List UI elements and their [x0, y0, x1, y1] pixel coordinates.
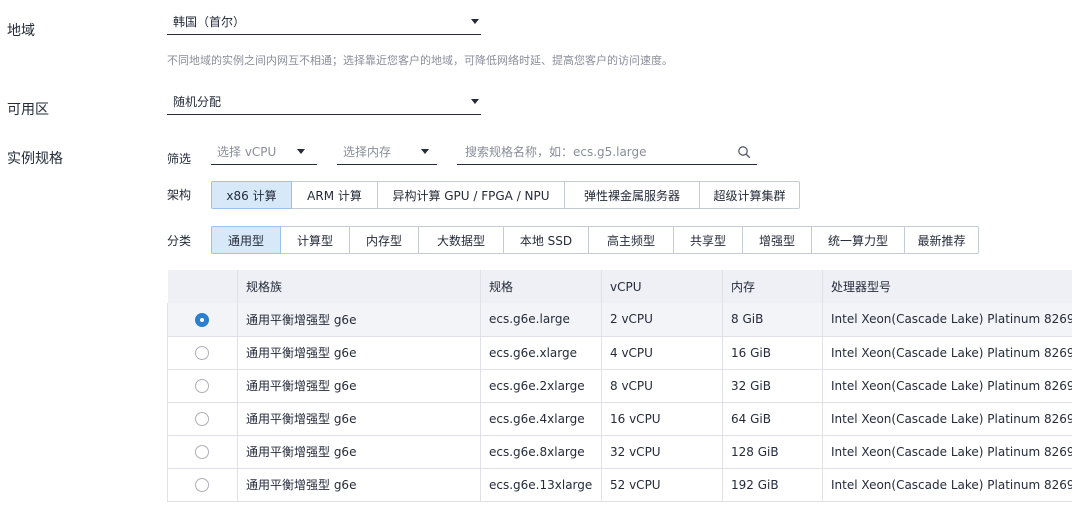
row-spec: ecs.g6e.4xlarge: [480, 402, 602, 436]
category-memory-button[interactable]: 内存型: [349, 226, 419, 254]
row-spec: ecs.g6e.2xlarge: [480, 369, 602, 403]
category-bigdata-button[interactable]: 大数据型: [418, 226, 504, 254]
row-vcpu: 52 vCPU: [601, 468, 723, 502]
memory-placeholder: 选择内存: [343, 145, 392, 159]
row-memory: 192 GiB: [722, 468, 823, 502]
row-memory: 16 GiB: [722, 336, 823, 370]
col-header-spec[interactable]: 规格: [480, 270, 602, 303]
category-localssd-button[interactable]: 本地 SSD: [503, 226, 589, 254]
row-vcpu: 4 vCPU: [601, 336, 723, 370]
chevron-down-icon: [471, 19, 479, 24]
row-vcpu: 16 vCPU: [601, 402, 723, 436]
category-label: 分类: [167, 234, 192, 248]
table-row[interactable]: 通用平衡增强型 g6e ecs.g6e.4xlarge 16 vCPU 64 G…: [167, 402, 1072, 436]
chevron-down-icon: [471, 99, 479, 104]
row-memory: 64 GiB: [722, 402, 823, 436]
row-memory: 8 GiB: [722, 303, 823, 337]
row-cpu: Intel Xeon(Cascade Lake) Platinum 8269CY: [822, 369, 1072, 403]
region-hint: 不同地域的实例之间内网互不相通；选择靠近您客户的地域，可降低网络时延、提高您客户…: [167, 54, 673, 67]
row-cpu: Intel Xeon(Cascade Lake) Platinum 8269CY: [822, 336, 1072, 370]
row-cpu: Intel Xeon(Cascade Lake) Platinum 8269CY: [822, 303, 1072, 337]
arch-label: 架构: [167, 188, 192, 202]
arch-gpu-button[interactable]: 异构计算 GPU / FPGA / NPU: [377, 181, 565, 209]
search-placeholder: 搜索规格名称，如：ecs.g5.large: [465, 145, 647, 159]
az-select[interactable]: 随机分配: [167, 91, 481, 115]
table-row[interactable]: 通用平衡增强型 g6e ecs.g6e.xlarge 4 vCPU 16 GiB…: [167, 336, 1072, 370]
col-header-family[interactable]: 规格族: [237, 270, 481, 303]
vcpu-select[interactable]: 选择 vCPU: [211, 141, 317, 165]
radio-button[interactable]: [195, 477, 209, 492]
spec-search-input[interactable]: 搜索规格名称，如：ecs.g5.large: [457, 141, 757, 165]
table-row[interactable]: 通用平衡增强型 g6e ecs.g6e.8xlarge 32 vCPU 128 …: [167, 435, 1072, 469]
row-family: 通用平衡增强型 g6e: [237, 435, 481, 469]
col-header-cpu[interactable]: 处理器型号: [822, 270, 1072, 303]
row-memory: 32 GiB: [722, 369, 823, 403]
row-cpu: Intel Xeon(Cascade Lake) Platinum 8269CY: [822, 468, 1072, 502]
az-label: 可用区: [7, 102, 49, 118]
radio-button-checked[interactable]: [195, 312, 209, 327]
col-header-select: [167, 270, 238, 303]
table-row[interactable]: 通用平衡增强型 g6e ecs.g6e.large 2 vCPU 8 GiB I…: [167, 303, 1072, 337]
vcpu-placeholder: 选择 vCPU: [217, 145, 277, 159]
row-vcpu: 2 vCPU: [601, 303, 723, 337]
table-row[interactable]: 通用平衡增强型 g6e ecs.g6e.2xlarge 8 vCPU 32 Gi…: [167, 369, 1072, 403]
arch-baremetal-button[interactable]: 弹性裸金属服务器: [564, 181, 700, 209]
row-family: 通用平衡增强型 g6e: [237, 402, 481, 436]
chevron-down-icon: [421, 149, 429, 154]
region-select[interactable]: 韩国（首尔）: [167, 11, 481, 35]
radio-button[interactable]: [195, 345, 209, 360]
category-enhanced-button[interactable]: 增强型: [742, 226, 812, 254]
table-row[interactable]: 通用平衡增强型 g6e ecs.g6e.13xlarge 52 vCPU 192…: [167, 468, 1072, 502]
row-family: 通用平衡增强型 g6e: [237, 369, 481, 403]
memory-select[interactable]: 选择内存: [337, 141, 437, 165]
filter-label: 筛选: [167, 152, 192, 166]
arch-hpc-button[interactable]: 超级计算集群: [699, 181, 800, 209]
category-unified-button[interactable]: 统一算力型: [811, 226, 905, 254]
row-vcpu: 32 vCPU: [601, 435, 723, 469]
row-radio-cell[interactable]: [167, 369, 238, 403]
col-header-memory[interactable]: 内存: [722, 270, 823, 303]
az-value: 随机分配: [173, 95, 222, 109]
row-family: 通用平衡增强型 g6e: [237, 468, 481, 502]
radio-button[interactable]: [195, 411, 209, 426]
col-header-vcpu[interactable]: vCPU: [601, 270, 723, 303]
row-radio-cell[interactable]: [167, 435, 238, 469]
category-shared-button[interactable]: 共享型: [673, 226, 743, 254]
category-button-group: 通用型 计算型 内存型 大数据型 本地 SSD 高主频型 共享型 增强型 统一算…: [211, 226, 979, 254]
category-highfreq-button[interactable]: 高主频型: [588, 226, 674, 254]
row-spec: ecs.g6e.13xlarge: [480, 468, 602, 502]
category-compute-button[interactable]: 计算型: [280, 226, 350, 254]
radio-button[interactable]: [195, 378, 209, 393]
row-radio-cell[interactable]: [167, 303, 238, 337]
arch-x86-button[interactable]: x86 计算: [211, 181, 292, 209]
row-vcpu: 8 vCPU: [601, 369, 723, 403]
table-header-row: 规格族 规格 vCPU 内存 处理器型号: [167, 270, 1072, 303]
row-cpu: Intel Xeon(Cascade Lake) Platinum 8269CY: [822, 402, 1072, 436]
row-family: 通用平衡增强型 g6e: [237, 336, 481, 370]
region-value: 韩国（首尔）: [173, 15, 246, 29]
category-recommended-button[interactable]: 最新推荐: [904, 226, 979, 254]
row-radio-cell[interactable]: [167, 402, 238, 436]
row-memory: 128 GiB: [722, 435, 823, 469]
search-icon[interactable]: [737, 145, 751, 159]
arch-button-group: x86 计算 ARM 计算 异构计算 GPU / FPGA / NPU 弹性裸金…: [211, 181, 800, 209]
arch-arm-button[interactable]: ARM 计算: [291, 181, 378, 209]
radio-button[interactable]: [195, 444, 209, 459]
spec-table: 规格族 规格 vCPU 内存 处理器型号 通用平衡增强型 g6e ecs.g6e…: [167, 270, 1072, 502]
chevron-down-icon: [297, 149, 305, 154]
row-family: 通用平衡增强型 g6e: [237, 303, 481, 337]
row-spec: ecs.g6e.8xlarge: [480, 435, 602, 469]
row-cpu: Intel Xeon(Cascade Lake) Platinum 8269CY: [822, 435, 1072, 469]
row-radio-cell[interactable]: [167, 336, 238, 370]
category-general-button[interactable]: 通用型: [211, 226, 281, 254]
spec-label: 实例规格: [7, 151, 63, 167]
row-spec: ecs.g6e.xlarge: [480, 336, 602, 370]
row-spec: ecs.g6e.large: [480, 303, 602, 337]
region-label: 地域: [7, 23, 35, 39]
row-radio-cell[interactable]: [167, 468, 238, 502]
